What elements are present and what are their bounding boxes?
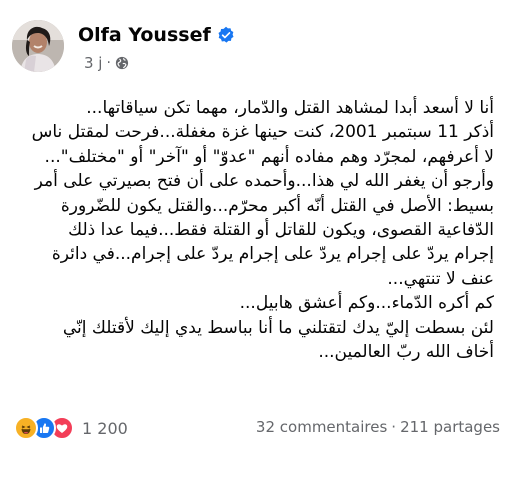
comments-count-link[interactable]: 32 commentaires [256, 418, 387, 436]
post-text-line: الدّفاعية القصوى، ويكون للقاتل أو القتلة… [68, 220, 494, 241]
post-text-line: أخاف الله ربّ العالمين... [318, 342, 494, 363]
post-timestamp[interactable]: 3 j [84, 54, 102, 72]
post-text-line: لئن بسطت إليّ يدك لتقتلني ما أنا بباسط ي… [62, 317, 494, 338]
post-text-line: أذكر 11 سبتمبر 2001، كنت حينها غزة مغفلة… [31, 122, 494, 143]
avatar-photo [12, 20, 64, 72]
post-footer: 1 200 32 commentaires · 211 partages [12, 414, 500, 442]
shares-count-link[interactable]: 211 partages [400, 418, 500, 436]
meta-separator: · [106, 55, 111, 71]
verified-badge-icon [218, 26, 234, 43]
post-text-line: وأرجو أن يغفر الله لي هذا...وأحمده على أ… [34, 171, 494, 192]
post-text-line: كم أكره الدّماء...وكم أعشق هابيل... [239, 293, 494, 314]
post-text-line: أنا لا أسعد أبدا لمشاهد القتل والدّمار، … [86, 98, 494, 118]
author-name[interactable]: Olfa Youssef [78, 24, 211, 46]
reactions-summary[interactable]: 1 200 [14, 416, 128, 440]
author-avatar[interactable] [12, 20, 64, 72]
post-text-line: إجرام يردّ على إجرام يردّ على إجرام يردّ… [51, 244, 494, 265]
reaction-count[interactable]: 1 200 [82, 419, 128, 438]
post-header: Olfa Youssef 3 j · [12, 14, 500, 78]
post-body: أنا لا أسعد أبدا لمشاهد القتل والدّمار، … [18, 96, 494, 364]
post-text-line: لا أعرفهم، لمجرّد وهم مفاده أنهم "عدوّ" … [44, 146, 494, 167]
post-text-line: بسيط: الأصل في القتل أنّه أكبر محرّم...و… [60, 195, 494, 216]
stats-separator: · [391, 418, 397, 436]
haha-icon [14, 416, 38, 440]
engagement-stats: 32 commentaires · 211 partages [256, 418, 500, 436]
globe-icon[interactable] [115, 56, 129, 70]
post-text-line: عنف لا تنتهي... [387, 268, 494, 289]
